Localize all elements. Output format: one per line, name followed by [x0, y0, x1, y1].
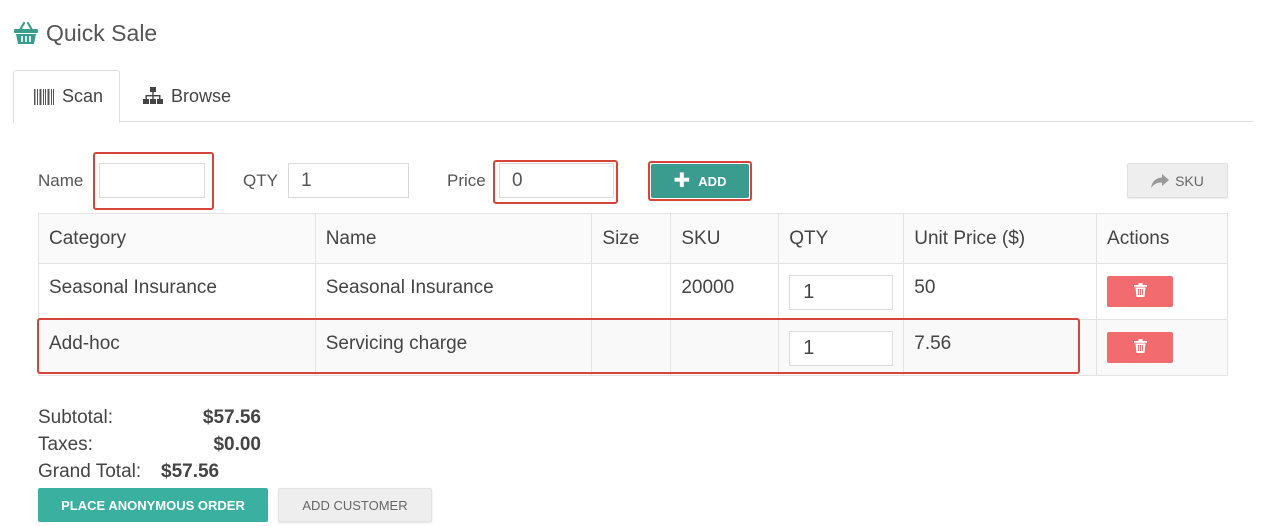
add-button-label: ADD: [698, 173, 727, 189]
column-header: QTY: [778, 213, 905, 264]
name-label: Name: [38, 171, 84, 190]
taxes-value: $0.00: [213, 433, 261, 455]
sku-button-label: SKU: [1175, 172, 1204, 189]
cell-actions: [1096, 319, 1228, 376]
taxes-label: Taxes:: [38, 433, 93, 455]
tab-scan-label: Scan: [62, 86, 104, 106]
price-input[interactable]: [499, 163, 614, 198]
basket-icon: [12, 19, 40, 47]
grand-total-value: $57.56: [161, 460, 220, 482]
barcode-icon: [34, 88, 54, 105]
page-header: Quick Sale: [12, 18, 157, 48]
cell-sku: 20000: [670, 263, 780, 320]
price-label: Price: [447, 171, 486, 190]
sitemap-icon: [143, 87, 163, 105]
trash-icon: [1133, 281, 1147, 303]
tab-bar: Scan Browse: [13, 70, 1253, 123]
cell-actions: [1096, 263, 1228, 320]
cell-name: Seasonal Insurance: [314, 263, 593, 320]
cell-unit-price: 50: [903, 263, 1098, 320]
plus-icon: ✚: [673, 170, 691, 192]
trash-icon: [1133, 337, 1147, 359]
qty-input[interactable]: [288, 163, 409, 198]
column-header: Name: [314, 213, 593, 264]
sku-button[interactable]: SKU: [1127, 163, 1228, 198]
place-anonymous-order-button[interactable]: PLACE ANONYMOUS ORDER: [38, 488, 268, 522]
add-button[interactable]: ✚ ADD: [651, 164, 749, 198]
order-totals: Subtotal: $57.56 Taxes: $0.00 Grand Tota…: [38, 404, 261, 485]
column-header: Unit Price ($): [903, 213, 1098, 264]
subtotal-value: $57.56: [202, 406, 261, 428]
tab-scan[interactable]: Scan: [13, 70, 120, 123]
subtotal-row: Subtotal: $57.56: [38, 404, 261, 431]
delete-row-button[interactable]: [1107, 276, 1174, 307]
taxes-row: Taxes: $0.00: [38, 431, 261, 458]
grand-total-row: Grand Total: $57.56: [38, 458, 238, 485]
column-header: Size: [591, 213, 672, 264]
row-highlight: [37, 318, 1080, 374]
delete-row-button[interactable]: [1107, 332, 1174, 363]
add-customer-button[interactable]: ADD CUSTOMER: [278, 488, 432, 522]
share-arrow-icon: [1151, 173, 1170, 188]
cell-size: [591, 263, 672, 320]
column-header: Actions: [1096, 213, 1228, 264]
column-header: SKU: [670, 213, 780, 264]
tab-browse[interactable]: Browse: [143, 70, 231, 122]
table-row: Seasonal Insurance Seasonal Insurance 20…: [38, 263, 1228, 320]
name-input[interactable]: [99, 163, 205, 198]
page-title: Quick Sale: [46, 19, 158, 46]
qty-label: QTY: [243, 171, 278, 190]
column-header: Category: [38, 213, 316, 264]
grand-total-label: Grand Total:: [38, 460, 142, 482]
row-qty-input[interactable]: 1: [789, 275, 894, 310]
cell-qty: 1: [778, 263, 905, 320]
tab-browse-label: Browse: [171, 85, 232, 106]
cell-category: Seasonal Insurance: [38, 263, 316, 320]
table-header-row: Category Name Size SKU QTY Unit Price ($…: [38, 213, 1228, 264]
subtotal-label: Subtotal:: [38, 406, 113, 428]
